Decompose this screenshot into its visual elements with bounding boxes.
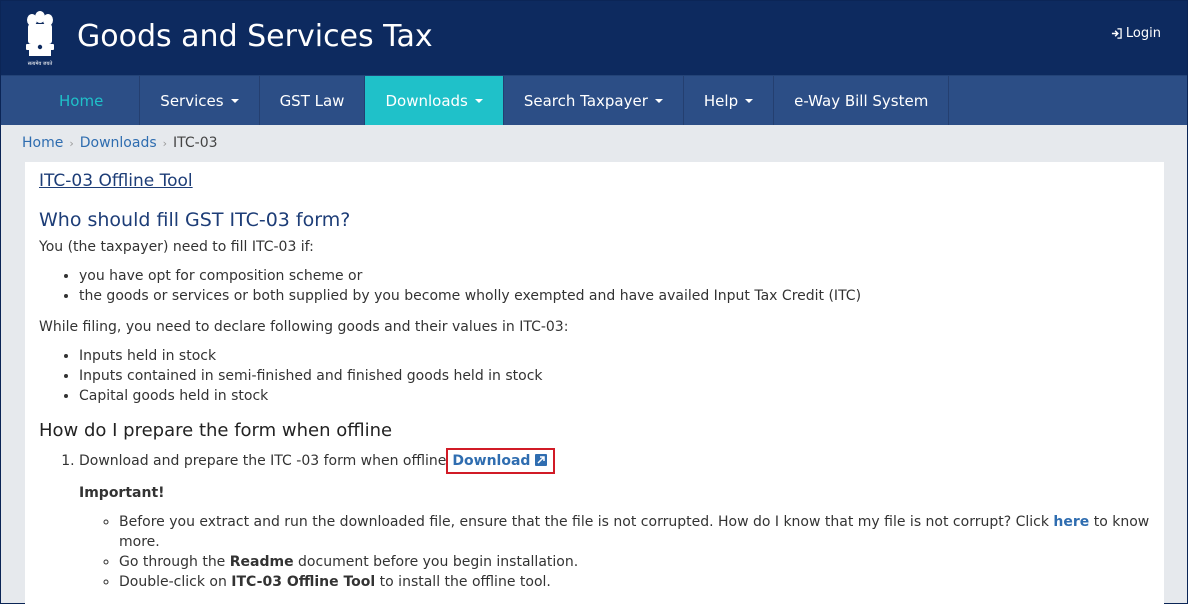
nav-help[interactable]: Help xyxy=(684,76,775,125)
nav-home[interactable]: Home xyxy=(1,76,141,125)
nav-search-taxpayer-label: Search Taxpayer xyxy=(523,91,648,110)
site-title[interactable]: Goods and Services Tax xyxy=(77,19,433,54)
nav-gst-law[interactable]: GST Law xyxy=(260,76,366,125)
list-item: Inputs held in stock xyxy=(79,346,1150,366)
list-item: Before you extract and run the downloade… xyxy=(119,512,1150,552)
main-content: ITC-03 Offline Tool Who should fill GST … xyxy=(25,162,1164,604)
list-item: Go through the Readme document before yo… xyxy=(119,552,1150,572)
state-emblem-icon[interactable]: सत्यमेव जयते xyxy=(21,8,59,68)
breadcrumb-current: ITC-03 xyxy=(173,135,218,151)
login-link[interactable]: Login xyxy=(1111,26,1161,41)
login-label: Login xyxy=(1125,26,1161,41)
download-highlight: Download xyxy=(446,448,556,474)
emblem-caption: सत्यमेव जयते xyxy=(28,60,53,67)
list-item: Capital goods held in stock xyxy=(79,386,1150,406)
nav-downloads[interactable]: Downloads xyxy=(365,76,504,125)
nav-eway-bill-label: e-Way Bill System xyxy=(794,91,929,110)
list-item: Inputs contained in semi-finished and fi… xyxy=(79,366,1150,386)
who-heading: Who should fill GST ITC-03 form? xyxy=(39,209,351,231)
caret-down-icon xyxy=(654,98,663,103)
list-item: Double-click on ITC-03 Offline Tool to i… xyxy=(119,572,1150,592)
nav-eway-bill[interactable]: e-Way Bill System xyxy=(774,76,950,125)
list-item: you have opt for composition scheme or xyxy=(79,266,1150,286)
important-label: Important! xyxy=(79,485,165,501)
declare-list: Inputs held in stock Inputs contained in… xyxy=(79,346,1150,406)
note1-text: Before you extract and run the downloade… xyxy=(119,514,1049,530)
sign-in-icon xyxy=(1111,28,1122,39)
step1-text: Download and prepare the ITC -03 form wh… xyxy=(79,453,447,469)
nav-gst-law-label: GST Law xyxy=(279,91,345,110)
nav-downloads-label: Downloads xyxy=(385,91,468,110)
who-list: you have opt for composition scheme or t… xyxy=(79,266,1150,306)
step-item: Download and prepare the ITC -03 form wh… xyxy=(79,448,1150,592)
nav-services-label: Services xyxy=(160,91,224,110)
prepare-heading: How do I prepare the form when offline xyxy=(39,420,393,441)
breadcrumb-downloads[interactable]: Downloads xyxy=(80,135,157,151)
nav-home-label: Home xyxy=(59,91,104,110)
here-link[interactable]: here xyxy=(1053,514,1089,530)
who-intro: You (the taxpayer) need to fill ITC-03 i… xyxy=(39,239,314,255)
tool-title-link[interactable]: ITC-03 Offline Tool xyxy=(39,171,1150,191)
readme-label: Readme xyxy=(229,554,294,570)
note3-pre: Double-click on xyxy=(119,574,227,590)
site-header: सत्यमेव जयते Goods and Services Tax Logi… xyxy=(1,1,1187,75)
note3-post: to install the offline tool. xyxy=(379,574,551,590)
nav-help-label: Help xyxy=(703,91,739,110)
download-link[interactable]: Download xyxy=(452,453,530,469)
steps-list: Download and prepare the ITC -03 form wh… xyxy=(79,448,1150,592)
offline-tool-label: ITC-03 Offline Tool xyxy=(231,574,376,590)
chevron-right-icon: › xyxy=(162,136,168,150)
caret-down-icon xyxy=(745,98,754,103)
list-item: the goods or services or both supplied b… xyxy=(79,286,1150,306)
chevron-right-icon: › xyxy=(69,136,74,150)
declare-intro: While filing, you need to declare follow… xyxy=(39,319,569,335)
caret-down-icon xyxy=(474,98,483,103)
main-nav: Home Services GST Law Downloads Search T… xyxy=(1,75,1187,125)
note2-pre: Go through the xyxy=(119,554,226,570)
breadcrumb-home[interactable]: Home xyxy=(22,135,63,151)
notes-list: Before you extract and run the downloade… xyxy=(119,512,1150,592)
note2-post: document before you begin installation. xyxy=(298,554,579,570)
external-link-icon[interactable] xyxy=(535,454,548,466)
nav-services[interactable]: Services xyxy=(140,76,260,125)
caret-down-icon xyxy=(230,98,239,103)
nav-search-taxpayer[interactable]: Search Taxpayer xyxy=(504,76,684,125)
breadcrumb: Home › Downloads › ITC-03 xyxy=(1,125,1187,161)
